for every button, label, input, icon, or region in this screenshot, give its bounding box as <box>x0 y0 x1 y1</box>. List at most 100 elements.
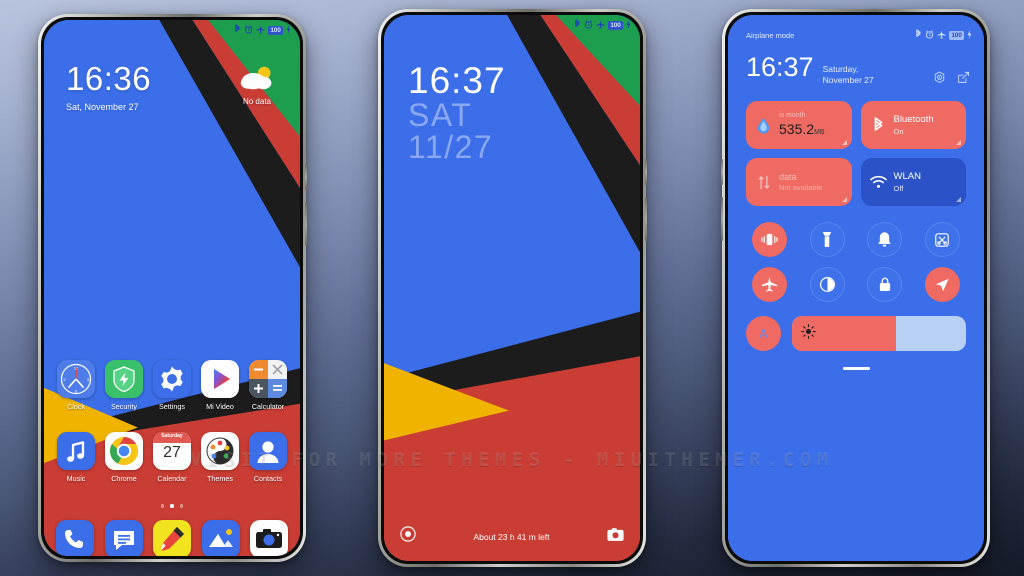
battery-indicator: 100 <box>608 20 623 30</box>
battery-indicator: 100 <box>949 30 964 40</box>
home-clock-widget[interactable]: 16:36 Sat, November 27 <box>66 62 151 112</box>
panel-drag-handle[interactable] <box>728 351 984 370</box>
messages-icon[interactable] <box>104 520 143 556</box>
settings-gear-icon[interactable] <box>933 71 946 89</box>
tile-title: is month <box>779 112 806 120</box>
app-mi-video[interactable]: Mi Video <box>200 360 240 411</box>
app-label: Settings <box>159 402 185 411</box>
power-button[interactable] <box>721 159 723 185</box>
app-grid-row-2: Music Chrome Saturday 27 Calendar Themes… <box>44 432 300 483</box>
svg-text:3: 3 <box>87 377 90 382</box>
airplane-icon <box>596 19 605 31</box>
quick-settings-panel: Airplane mode 100 16:37 Saturday, Novemb… <box>728 15 984 561</box>
tile-bluetooth[interactable]: Bluetooth On <box>860 101 966 149</box>
toggle-do-not-disturb[interactable] <box>867 222 903 257</box>
music-icon <box>57 432 95 470</box>
screen-lock: 100 16:37 SAT 11/27 About 23 h 41 m left <box>384 15 640 561</box>
toggle-flashlight[interactable] <box>809 222 845 257</box>
clock-icon: 12 3 6 9 <box>57 360 95 398</box>
lock-clock-widget: 16:37 SAT 11/27 <box>408 62 506 166</box>
tile-subtitle: Not available <box>779 183 823 193</box>
airplane-icon <box>937 29 946 41</box>
tile-mobile-data[interactable]: data Not available <box>746 158 852 206</box>
edit-icon[interactable] <box>957 71 970 89</box>
tile-unit: MB <box>814 128 825 136</box>
app-calculator[interactable]: Calculator <box>248 360 288 411</box>
toggle-dark-mode[interactable] <box>809 267 845 302</box>
brightness-row: A <box>728 302 984 351</box>
toggle-lock[interactable] <box>867 267 903 302</box>
camera-icon[interactable] <box>250 520 288 556</box>
svg-text:9: 9 <box>63 377 66 382</box>
app-contacts[interactable]: Contacts <box>248 432 288 483</box>
volume-button[interactable] <box>645 197 647 241</box>
settings-gear-icon <box>153 360 191 398</box>
phone-device-lock: 100 16:37 SAT 11/27 About 23 h 41 m left <box>378 9 647 567</box>
app-security[interactable]: Security <box>104 360 144 411</box>
tile-expand-corner[interactable] <box>956 197 961 202</box>
tile-expand-corner[interactable] <box>841 197 847 202</box>
weather-sun-cloud-icon <box>240 66 272 90</box>
gallery-icon[interactable] <box>201 520 240 556</box>
tile-data-usage[interactable]: is month 535.2MB <box>746 101 852 149</box>
app-chrome[interactable]: Chrome <box>104 432 144 483</box>
app-label: Mi Video <box>206 402 234 411</box>
notes-icon[interactable] <box>153 520 191 556</box>
flashlight-icon[interactable] <box>400 526 416 547</box>
screen-quick-settings: Airplane mode 100 16:37 Saturday, Novemb… <box>728 15 984 561</box>
tile-expand-corner[interactable] <box>956 140 961 145</box>
calendar-icon: Saturday 27 <box>153 432 191 470</box>
tile-value: 535.2 <box>779 120 815 137</box>
qs-clock-date: Saturday, November 27 <box>822 64 874 86</box>
screenshot-icon <box>935 232 950 247</box>
qs-clock-time: 16:37 <box>746 52 814 82</box>
tile-title: Bluetooth <box>893 114 934 126</box>
page-dot-active[interactable] <box>170 504 174 508</box>
power-button[interactable] <box>645 159 647 185</box>
charging-icon <box>626 19 631 31</box>
app-music[interactable]: Music <box>56 432 96 483</box>
tile-subtitle: On <box>893 126 904 136</box>
tile-wlan[interactable]: WLAN Off <box>860 158 966 206</box>
phone-icon[interactable] <box>56 520 94 556</box>
page-indicator <box>44 504 300 508</box>
app-label: Music <box>66 474 86 483</box>
lock-clock-date: 11/27 <box>408 129 494 166</box>
phone-device-home: 100 16:36 Sat, November 27 No data 12 3 … <box>38 14 307 562</box>
brightness-slider[interactable] <box>792 316 966 351</box>
app-clock[interactable]: 12 3 6 9 Clock <box>56 360 96 411</box>
alarm-icon <box>244 24 253 36</box>
weather-widget[interactable]: No data <box>226 64 288 106</box>
power-button[interactable] <box>305 164 307 190</box>
volume-button[interactable] <box>721 197 723 241</box>
quick-settings-header: 16:37 Saturday, November 27 <box>728 41 984 89</box>
bluetooth-icon <box>574 19 581 31</box>
home-clock-date: Sat, November 27 <box>66 102 139 112</box>
app-label: Themes <box>207 474 233 483</box>
app-calendar[interactable]: Saturday 27 Calendar <box>152 432 192 483</box>
app-label: Chrome <box>111 474 137 483</box>
app-settings[interactable]: Settings <box>152 360 192 411</box>
mi-video-icon <box>201 360 239 398</box>
auto-brightness-button[interactable]: A <box>746 316 781 351</box>
dock <box>44 520 300 556</box>
toggle-airplane-mode[interactable] <box>752 267 788 302</box>
alarm-icon <box>925 29 934 41</box>
app-label: Calendar <box>157 474 187 483</box>
toggle-location[interactable] <box>924 267 960 302</box>
airplane-mode-label: Airplane mode <box>746 30 795 40</box>
tile-expand-corner[interactable] <box>841 140 847 145</box>
charging-icon <box>967 29 972 41</box>
page-dot[interactable] <box>179 504 184 508</box>
data-drop-icon <box>755 117 772 134</box>
calculator-icon <box>249 360 287 398</box>
chrome-icon <box>105 432 143 470</box>
volume-button[interactable] <box>305 202 307 246</box>
page-dot[interactable] <box>160 504 165 508</box>
tile-subtitle: Off <box>893 183 904 193</box>
camera-icon[interactable] <box>607 527 624 547</box>
toggle-vibrate[interactable] <box>752 222 788 257</box>
toggle-screenshot[interactable] <box>924 222 960 257</box>
bluetooth-icon <box>234 24 241 36</box>
app-themes[interactable]: Themes <box>200 432 240 483</box>
